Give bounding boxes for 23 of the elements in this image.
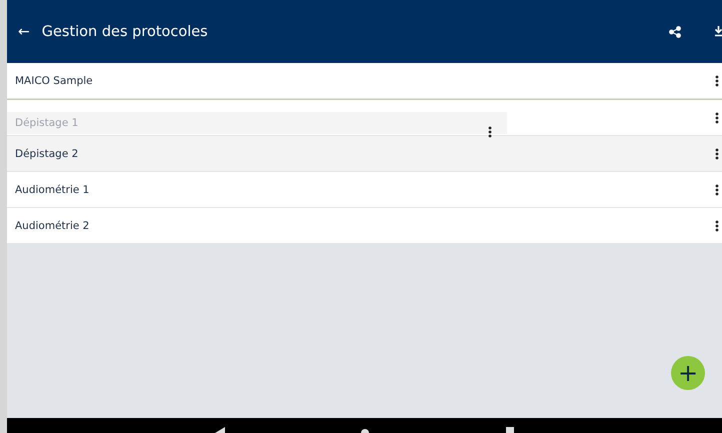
protocol-name: Dépistage 2 [15,148,80,160]
protocol-row[interactable]: Audiométrie 2 [7,208,722,244]
more-options-icon[interactable] [715,220,719,232]
add-button[interactable]: + [671,356,705,390]
back-button[interactable]: ← [18,24,30,40]
more-options-icon[interactable] [488,126,492,138]
recents-icon[interactable] [506,427,514,433]
protocol-name: Audiométrie 2 [15,220,90,232]
more-options-icon[interactable] [715,184,719,196]
protocol-row[interactable]: Dépistage 2 [7,136,722,172]
more-options-icon[interactable] [715,112,719,124]
back-icon[interactable] [215,427,226,433]
protocol-row[interactable]: Audiométrie 1 [7,172,722,208]
protocol-name: Dépistage 1 [15,117,80,129]
protocol-name: Audiométrie 1 [15,184,90,196]
more-options-icon[interactable] [715,148,719,160]
home-icon[interactable] [361,429,370,433]
protocol-name: MAICO Sample [15,74,94,86]
protocol-row[interactable]: MAICO Sample [7,63,722,99]
download-icon[interactable] [715,26,722,37]
share-icon[interactable] [669,26,681,38]
screen-title: Gestion des protocoles [42,24,209,40]
more-options-icon[interactable] [715,74,719,86]
